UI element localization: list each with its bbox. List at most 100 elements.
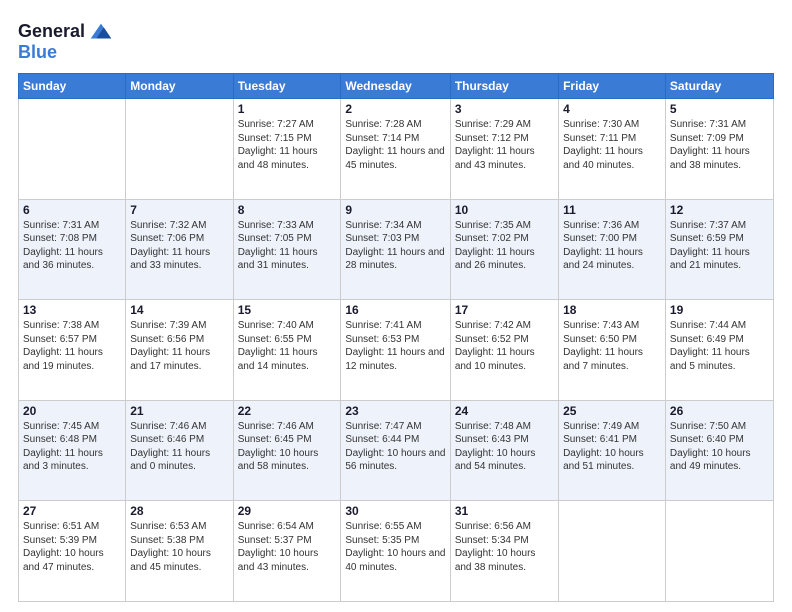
calendar-cell: 19 Sunrise: 7:44 AM Sunset: 6:49 PM Dayli…	[665, 300, 773, 401]
day-number: 3	[455, 102, 554, 116]
day-number: 14	[130, 303, 228, 317]
day-number: 28	[130, 504, 228, 518]
day-number: 12	[670, 203, 769, 217]
day-number: 7	[130, 203, 228, 217]
day-number: 23	[345, 404, 445, 418]
weekday-header: Sunday	[19, 74, 126, 99]
weekday-header: Saturday	[665, 74, 773, 99]
calendar-cell: 20Sunrise: 7:45 AM Sunset: 6:48 PM Dayli…	[19, 400, 126, 501]
calendar-cell: 10Sunrise: 7:35 AM Sunset: 7:02 PM Dayli…	[450, 199, 558, 300]
calendar-cell: 1Sunrise: 7:27 AM Sunset: 7:15 PM Daylig…	[233, 99, 341, 200]
calendar-cell	[126, 99, 233, 200]
day-number: 25	[563, 404, 661, 418]
day-info: Sunrise: 7:31 AM Sunset: 7:09 PM Dayligh…	[670, 118, 769, 172]
day-info: Sunrise: 6:54 AM Sunset: 5:37 PM Dayligh…	[238, 520, 337, 574]
calendar-cell: 25 Sunrise: 7:49 AM Sunset: 6:41 PM Dayli…	[559, 400, 666, 501]
calendar-cell: 24Sunrise: 7:48 AM Sunset: 6:43 PM Dayli…	[450, 400, 558, 501]
calendar-cell: 3 Sunrise: 7:29 AM Sunset: 7:12 PM Daylig…	[450, 99, 558, 200]
day-info: Sunrise: 7:32 AM Sunset: 7:06 PM Dayligh…	[130, 219, 228, 273]
day-info: Sunrise: 7:50 AM Sunset: 6:40 PM Dayligh…	[670, 420, 769, 474]
calendar-header: SundayMondayTuesdayWednesdayThursdayFrid…	[19, 74, 774, 99]
calendar-cell: 6 Sunrise: 7:31 AM Sunset: 7:08 PM Daylig…	[19, 199, 126, 300]
day-number: 13	[23, 303, 121, 317]
weekday-header: Friday	[559, 74, 666, 99]
day-info: Sunrise: 7:47 AM Sunset: 6:44 PM Dayligh…	[345, 420, 445, 474]
day-info: Sunrise: 6:55 AM Sunset: 5:35 PM Dayligh…	[345, 520, 445, 574]
day-number: 2	[345, 102, 445, 116]
day-info: Sunrise: 7:34 AM Sunset: 7:03 PM Dayligh…	[345, 219, 445, 273]
day-number: 6	[23, 203, 121, 217]
day-info: Sunrise: 6:51 AM Sunset: 5:39 PM Dayligh…	[23, 520, 121, 574]
calendar-cell: 26 Sunrise: 7:50 AM Sunset: 6:40 PM Dayli…	[665, 400, 773, 501]
calendar-cell: 5 Sunrise: 7:31 AM Sunset: 7:09 PM Daylig…	[665, 99, 773, 200]
calendar-cell: 29 Sunrise: 6:54 AM Sunset: 5:37 PM Dayli…	[233, 501, 341, 602]
day-number: 29	[238, 504, 337, 518]
day-info: Sunrise: 7:46 AM Sunset: 6:45 PM Dayligh…	[238, 420, 337, 474]
day-number: 8	[238, 203, 337, 217]
day-info: Sunrise: 7:40 AM Sunset: 6:55 PM Dayligh…	[238, 319, 337, 373]
calendar-cell: 8 Sunrise: 7:33 AM Sunset: 7:05 PM Daylig…	[233, 199, 341, 300]
calendar-cell: 23 Sunrise: 7:47 AM Sunset: 6:44 PM Dayli…	[341, 400, 450, 501]
logo: General Blue	[18, 18, 115, 63]
weekday-row: SundayMondayTuesdayWednesdayThursdayFrid…	[19, 74, 774, 99]
calendar-week-row: 13 Sunrise: 7:38 AM Sunset: 6:57 PM Dayli…	[19, 300, 774, 401]
day-number: 26	[670, 404, 769, 418]
day-info: Sunrise: 7:43 AM Sunset: 6:50 PM Dayligh…	[563, 319, 661, 373]
day-number: 21	[130, 404, 228, 418]
calendar-cell: 15 Sunrise: 7:40 AM Sunset: 6:55 PM Dayli…	[233, 300, 341, 401]
day-info: Sunrise: 7:31 AM Sunset: 7:08 PM Dayligh…	[23, 219, 121, 273]
calendar-page: General Blue SundayMondayTuesdayWednesda…	[0, 0, 792, 612]
day-info: Sunrise: 7:33 AM Sunset: 7:05 PM Dayligh…	[238, 219, 337, 273]
calendar-cell: 16 Sunrise: 7:41 AM Sunset: 6:53 PM Dayli…	[341, 300, 450, 401]
day-info: Sunrise: 7:45 AM Sunset: 6:48 PM Dayligh…	[23, 420, 121, 474]
calendar-cell: 31Sunrise: 6:56 AM Sunset: 5:34 PM Dayli…	[450, 501, 558, 602]
calendar-cell: 9Sunrise: 7:34 AM Sunset: 7:03 PM Daylig…	[341, 199, 450, 300]
day-info: Sunrise: 7:42 AM Sunset: 6:52 PM Dayligh…	[455, 319, 554, 373]
calendar-cell: 11Sunrise: 7:36 AM Sunset: 7:00 PM Dayli…	[559, 199, 666, 300]
day-number: 18	[563, 303, 661, 317]
weekday-header: Tuesday	[233, 74, 341, 99]
calendar-body: 1Sunrise: 7:27 AM Sunset: 7:15 PM Daylig…	[19, 99, 774, 602]
weekday-header: Thursday	[450, 74, 558, 99]
calendar-cell: 7 Sunrise: 7:32 AM Sunset: 7:06 PM Daylig…	[126, 199, 233, 300]
day-info: Sunrise: 7:30 AM Sunset: 7:11 PM Dayligh…	[563, 118, 661, 172]
calendar-cell: 17Sunrise: 7:42 AM Sunset: 6:52 PM Dayli…	[450, 300, 558, 401]
day-number: 19	[670, 303, 769, 317]
calendar-cell: 18 Sunrise: 7:43 AM Sunset: 6:50 PM Dayli…	[559, 300, 666, 401]
day-number: 5	[670, 102, 769, 116]
day-number: 30	[345, 504, 445, 518]
calendar-cell: 13 Sunrise: 7:38 AM Sunset: 6:57 PM Dayli…	[19, 300, 126, 401]
day-info: Sunrise: 6:53 AM Sunset: 5:38 PM Dayligh…	[130, 520, 228, 574]
calendar-cell: 22 Sunrise: 7:46 AM Sunset: 6:45 PM Dayli…	[233, 400, 341, 501]
day-number: 16	[345, 303, 445, 317]
calendar-cell: 27Sunrise: 6:51 AM Sunset: 5:39 PM Dayli…	[19, 501, 126, 602]
day-info: Sunrise: 7:37 AM Sunset: 6:59 PM Dayligh…	[670, 219, 769, 273]
calendar-table: SundayMondayTuesdayWednesdayThursdayFrid…	[18, 73, 774, 602]
calendar-cell: 2Sunrise: 7:28 AM Sunset: 7:14 PM Daylig…	[341, 99, 450, 200]
day-info: Sunrise: 7:41 AM Sunset: 6:53 PM Dayligh…	[345, 319, 445, 373]
day-number: 31	[455, 504, 554, 518]
calendar-cell: 30 Sunrise: 6:55 AM Sunset: 5:35 PM Dayli…	[341, 501, 450, 602]
calendar-week-row: 20Sunrise: 7:45 AM Sunset: 6:48 PM Dayli…	[19, 400, 774, 501]
calendar-week-row: 1Sunrise: 7:27 AM Sunset: 7:15 PM Daylig…	[19, 99, 774, 200]
day-info: Sunrise: 7:49 AM Sunset: 6:41 PM Dayligh…	[563, 420, 661, 474]
calendar-cell	[19, 99, 126, 200]
logo-text: General	[18, 22, 85, 42]
day-info: Sunrise: 7:29 AM Sunset: 7:12 PM Dayligh…	[455, 118, 554, 172]
day-info: Sunrise: 7:48 AM Sunset: 6:43 PM Dayligh…	[455, 420, 554, 474]
day-info: Sunrise: 7:46 AM Sunset: 6:46 PM Dayligh…	[130, 420, 228, 474]
calendar-cell	[559, 501, 666, 602]
logo-icon	[87, 18, 115, 46]
calendar-week-row: 27Sunrise: 6:51 AM Sunset: 5:39 PM Dayli…	[19, 501, 774, 602]
day-number: 1	[238, 102, 337, 116]
day-info: Sunrise: 7:38 AM Sunset: 6:57 PM Dayligh…	[23, 319, 121, 373]
day-number: 15	[238, 303, 337, 317]
day-number: 22	[238, 404, 337, 418]
calendar-cell: 4Sunrise: 7:30 AM Sunset: 7:11 PM Daylig…	[559, 99, 666, 200]
day-info: Sunrise: 7:36 AM Sunset: 7:00 PM Dayligh…	[563, 219, 661, 273]
calendar-cell: 12 Sunrise: 7:37 AM Sunset: 6:59 PM Dayli…	[665, 199, 773, 300]
calendar-week-row: 6 Sunrise: 7:31 AM Sunset: 7:08 PM Daylig…	[19, 199, 774, 300]
calendar-cell: 21 Sunrise: 7:46 AM Sunset: 6:46 PM Dayli…	[126, 400, 233, 501]
day-number: 10	[455, 203, 554, 217]
day-info: Sunrise: 7:44 AM Sunset: 6:49 PM Dayligh…	[670, 319, 769, 373]
